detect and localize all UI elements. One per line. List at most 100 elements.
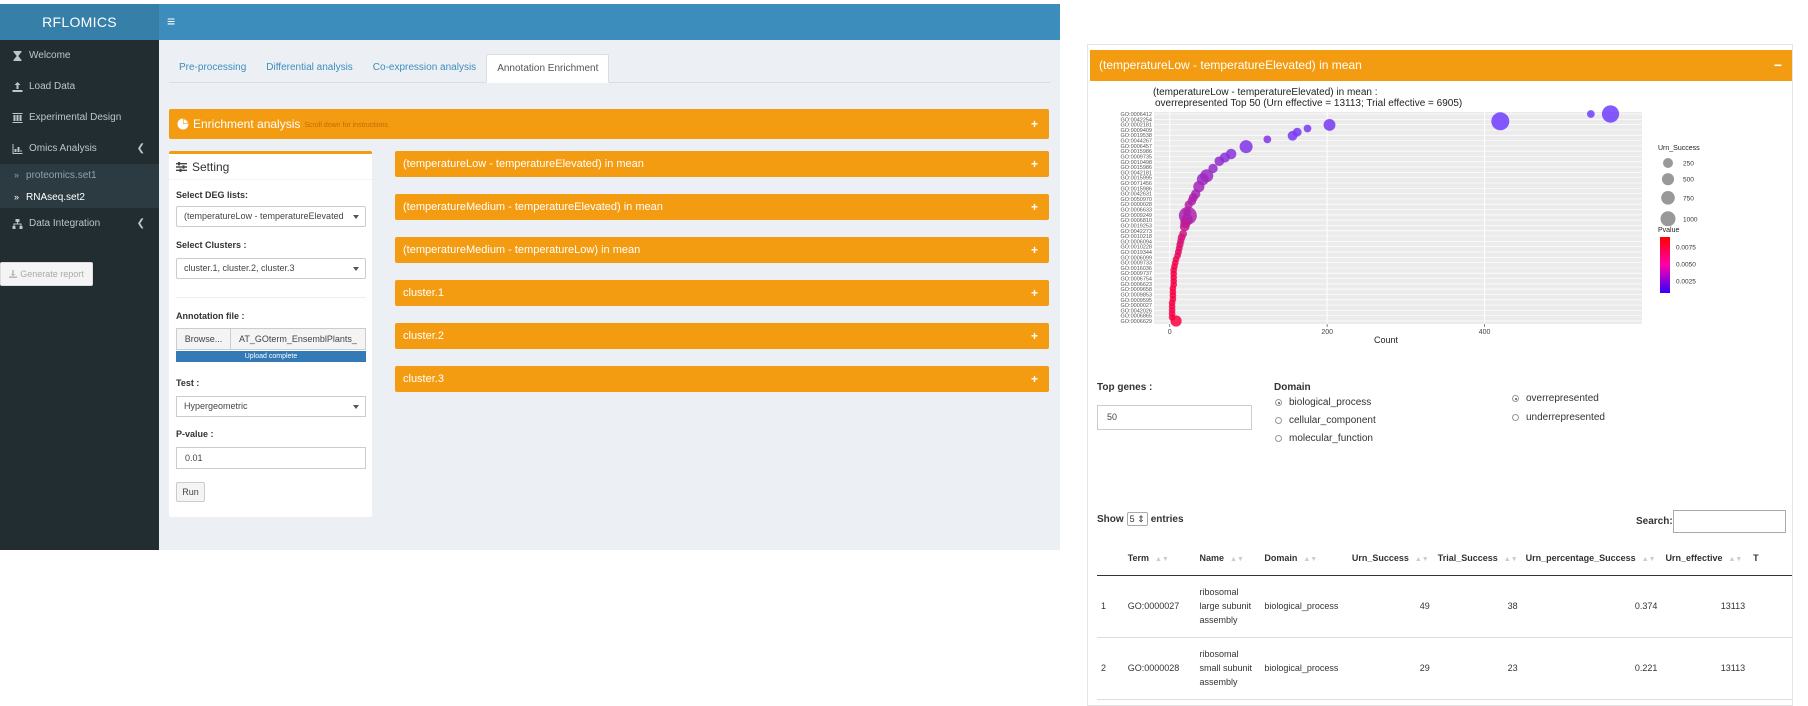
domain-radio-cellular-component[interactable]: cellular_component bbox=[1275, 415, 1376, 426]
table-header-row: Term ▲▼ Name ▲▼ Domain ▲▼ Urn_Success ▲▼ Tri… bbox=[1097, 542, 1792, 576]
enrichment-hint: Scroll down for instructions bbox=[304, 121, 389, 129]
expand-icon[interactable]: + bbox=[1031, 157, 1038, 171]
expand-icon[interactable]: + bbox=[1031, 329, 1038, 343]
deg-lists-label: Select DEG lists: bbox=[176, 190, 249, 200]
expand-icon[interactable]: + bbox=[1031, 117, 1038, 131]
enrichment-analysis-box[interactable]: Enrichment analysis Scroll down for inst… bbox=[169, 109, 1049, 139]
upload-progress-bar: Upload complete bbox=[176, 351, 366, 362]
contrast-box-low-elevated[interactable]: (temperatureLow - temperatureElevated) i… bbox=[395, 151, 1049, 177]
table-row[interactable]: 1 GO:0000027 ribosomal large subunit ass… bbox=[1097, 575, 1792, 638]
pie-chart-icon bbox=[177, 118, 189, 130]
data-point bbox=[1287, 130, 1298, 141]
data-point bbox=[1263, 135, 1272, 144]
sidebar-item-load-data[interactable]: Load Data bbox=[0, 71, 159, 102]
browse-button[interactable]: Browse... bbox=[176, 328, 231, 350]
main-content: Pre-processing Differential analysis Co-… bbox=[159, 40, 1060, 550]
size-legend-circle bbox=[1663, 158, 1673, 168]
cluster-box-3[interactable]: cluster.3 + bbox=[395, 366, 1049, 392]
clusters-select[interactable]: cluster.1, cluster.2, cluster.3 bbox=[176, 258, 366, 279]
entries-select[interactable]: 5 ⇕ bbox=[1126, 512, 1148, 526]
sort-icon: ▲▼ bbox=[1503, 556, 1518, 564]
tab-differential-analysis[interactable]: Differential analysis bbox=[256, 54, 363, 82]
annotation-file-label: Annotation file : bbox=[176, 311, 245, 321]
x-tick-label: 400 bbox=[1479, 329, 1491, 336]
sidebar-item-proteomics-set1[interactable]: » proteomics.set1 bbox=[0, 164, 159, 186]
expand-icon[interactable]: + bbox=[1031, 243, 1038, 257]
deg-lists-select[interactable]: (temperatureLow - temperatureElevated bbox=[176, 206, 366, 227]
tab-annotation-enrichment[interactable]: Annotation Enrichment bbox=[486, 54, 610, 83]
cell-urn-effective: 13113 bbox=[1661, 637, 1750, 700]
expand-icon[interactable]: + bbox=[1031, 286, 1038, 300]
cell-domain: biological_process bbox=[1260, 575, 1348, 638]
chart-icon bbox=[12, 143, 23, 154]
sort-icon: ▲▼ bbox=[1303, 556, 1318, 564]
tab-co-expression-analysis[interactable]: Co-expression analysis bbox=[363, 54, 486, 82]
domain-radio-biological-process[interactable]: biological_process bbox=[1275, 397, 1371, 408]
column-header-name[interactable]: Name ▲▼ bbox=[1195, 542, 1261, 576]
column-header-trial-success[interactable]: Trial_Success ▲▼ bbox=[1433, 542, 1522, 576]
size-legend-label: 1000 bbox=[1683, 216, 1698, 223]
sidebar-item-rnaseq-set2[interactable]: » RNAseq.set2 bbox=[0, 186, 159, 208]
test-select[interactable]: Hypergeometric bbox=[176, 396, 366, 417]
search-input[interactable] bbox=[1673, 510, 1786, 533]
column-header-index bbox=[1097, 542, 1124, 576]
expand-icon[interactable]: + bbox=[1031, 200, 1038, 214]
radio-label: molecular_function bbox=[1289, 433, 1373, 444]
pvalue-input[interactable]: 0.01 bbox=[176, 447, 366, 469]
radio-dot bbox=[1275, 435, 1282, 442]
top-genes-label: Top genes : bbox=[1097, 382, 1153, 393]
column-header-term[interactable]: Term ▲▼ bbox=[1123, 542, 1196, 576]
contrast-title: (temperatureLow - temperatureElevated) i… bbox=[403, 158, 644, 170]
radio-overrepresented[interactable]: overrepresented bbox=[1512, 393, 1599, 404]
column-header-urn-effective[interactable]: Urn_effective ▲▼ bbox=[1661, 542, 1750, 576]
contrast-title: (temperatureMedium - temperatureElevated… bbox=[403, 201, 663, 213]
table-row[interactable]: 2 GO:0000028 ribosomal small subunit ass… bbox=[1097, 637, 1792, 700]
run-button[interactable]: Run bbox=[176, 482, 205, 502]
app-logo[interactable]: RFLOMICS bbox=[0, 4, 159, 40]
generate-report-button[interactable]: Generate report bbox=[0, 262, 93, 286]
tab-pre-processing[interactable]: Pre-processing bbox=[169, 54, 256, 82]
pvalue-label: P-value : bbox=[176, 429, 214, 439]
results-table: Term ▲▼ Name ▲▼ Domain ▲▼ Urn_Success ▲▼ Tri… bbox=[1097, 542, 1792, 700]
collapse-icon[interactable]: − bbox=[1774, 50, 1782, 81]
setting-header: Setting bbox=[169, 154, 372, 180]
sidebar-toggle-icon[interactable]: ≡ bbox=[167, 13, 175, 29]
contrast-box-medium-low[interactable]: (temperatureMedium - temperatureLow) in … bbox=[395, 237, 1049, 263]
sidebar-item-welcome[interactable]: Welcome bbox=[0, 40, 159, 71]
column-header-domain[interactable]: Domain ▲▼ bbox=[1260, 542, 1348, 576]
cluster-box-2[interactable]: cluster.2 + bbox=[395, 323, 1049, 349]
contrast-box-medium-elevated[interactable]: (temperatureMedium - temperatureElevated… bbox=[395, 194, 1049, 220]
top-genes-input[interactable]: 50 bbox=[1097, 405, 1252, 430]
annotation-file-name: AT_GOterm_EnsemblPlants_ bbox=[231, 328, 366, 350]
chevron-left-icon: ❮ bbox=[136, 218, 145, 229]
row-index: 1 bbox=[1097, 575, 1124, 638]
contrast-title: (temperatureMedium - temperatureLow) in … bbox=[403, 244, 641, 256]
y-tick-label: GO:0006629 bbox=[1121, 319, 1153, 325]
radio-underrepresented[interactable]: underrepresented bbox=[1512, 412, 1605, 423]
column-header-t[interactable]: T bbox=[1749, 542, 1792, 576]
search-label: Search: bbox=[1636, 516, 1673, 527]
expand-icon[interactable]: + bbox=[1031, 372, 1038, 386]
cluster-title: cluster.1 bbox=[403, 287, 444, 299]
cluster-title: cluster.2 bbox=[403, 330, 444, 342]
sidebar-item-omics-analysis[interactable]: Omics Analysis ❮ bbox=[0, 133, 159, 164]
cell-term: GO:0000028 bbox=[1123, 637, 1196, 700]
sidebar-item-data-integration[interactable]: Data Integration ❮ bbox=[0, 208, 159, 239]
deg-lists-value: (temperatureLow - temperatureElevated bbox=[184, 211, 344, 221]
color-legend-label: 0.0075 bbox=[1676, 245, 1696, 252]
column-header-urn-percentage-success[interactable]: Urn_percentage_Success ▲▼ bbox=[1521, 542, 1662, 576]
column-header-urn-success[interactable]: Urn_Success ▲▼ bbox=[1347, 542, 1434, 576]
size-legend-label: 500 bbox=[1683, 177, 1694, 184]
domain-radio-molecular-function[interactable]: molecular_function bbox=[1275, 433, 1373, 444]
double-chevron-icon: » bbox=[14, 170, 20, 180]
enrichment-result-panel: (temperatureLow - temperatureElevated) i… bbox=[1087, 44, 1793, 706]
chart-subtitle: overrepresented Top 50 (Urn effective = … bbox=[1155, 98, 1462, 109]
data-point bbox=[1214, 156, 1225, 167]
cluster-box-1[interactable]: cluster.1 + bbox=[395, 280, 1049, 306]
sidebar-item-label: Load Data bbox=[29, 81, 76, 92]
analysis-tabs: Pre-processing Differential analysis Co-… bbox=[169, 54, 1050, 83]
radio-label: underrepresented bbox=[1526, 412, 1605, 423]
sidebar-item-label: RNAseq.set2 bbox=[26, 191, 85, 203]
sidebar-item-experimental-design[interactable]: Experimental Design bbox=[0, 102, 159, 133]
generate-report-label: Generate report bbox=[20, 269, 84, 279]
